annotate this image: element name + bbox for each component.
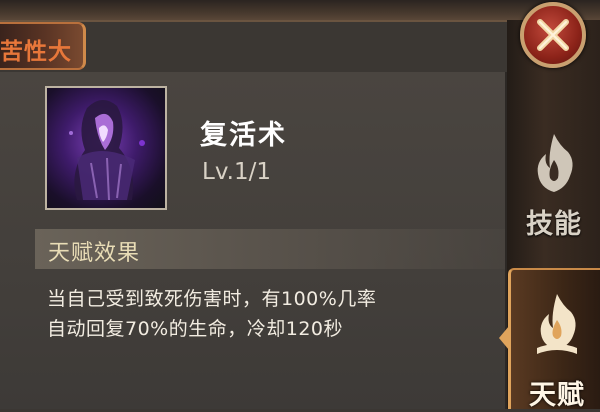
title-text: 苦性大 bbox=[0, 39, 72, 65]
talent-flame-icon bbox=[537, 294, 577, 354]
skill-level: Lv.1/1 bbox=[202, 159, 271, 185]
tab-talent[interactable]: 天赋 bbox=[508, 268, 600, 411]
title-tab: 苦性大 bbox=[0, 22, 86, 70]
effect-label: 天赋效果 bbox=[48, 241, 141, 266]
close-icon bbox=[537, 19, 569, 51]
skill-name: 复活术 bbox=[200, 120, 287, 151]
tab-talent-label: 天赋 bbox=[529, 380, 585, 411]
active-tab-indicator bbox=[499, 326, 509, 350]
revive-skill-icon bbox=[45, 86, 167, 210]
effect-description-line-1: 当自己受到致死伤害时，有100%几率 bbox=[47, 288, 377, 310]
tab-skill-label: 技能 bbox=[526, 209, 582, 240]
skill-flame-icon bbox=[537, 134, 573, 192]
effect-description-line-2: 自动回复70%的生命，冷却120秒 bbox=[47, 318, 343, 340]
close-button[interactable] bbox=[520, 2, 586, 68]
top-frame bbox=[0, 0, 600, 22]
tab-skill[interactable]: 技能 bbox=[508, 122, 600, 257]
